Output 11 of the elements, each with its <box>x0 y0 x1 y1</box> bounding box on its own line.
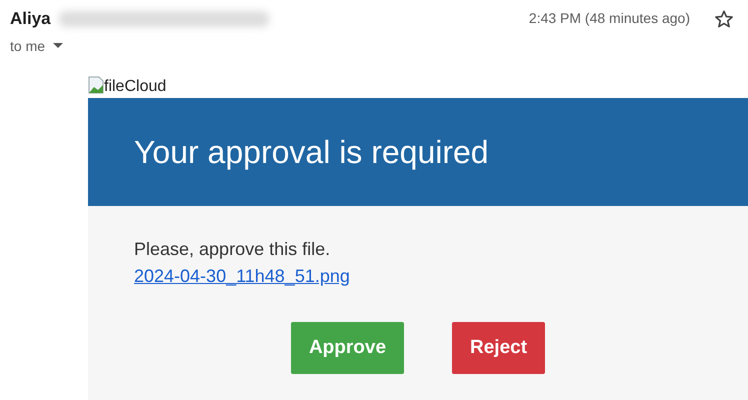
approve-button[interactable]: Approve <box>290 322 404 374</box>
message-time: 2:43 PM (48 minutes ago) <box>528 9 690 28</box>
message-text: Please, approve this file. <box>134 238 332 261</box>
file-link[interactable]: 2024-04-30_11h48_51.png <box>134 266 350 286</box>
recipient-label: to me <box>10 36 46 56</box>
caret-icon[interactable] <box>53 43 64 49</box>
sender-name: Aliya <box>10 8 51 30</box>
star-icon[interactable] <box>714 8 734 29</box>
banner-title: Your approval is required <box>134 133 489 172</box>
logo-alt-text: fileCloud <box>104 77 166 97</box>
reject-button[interactable]: Reject <box>452 322 546 374</box>
